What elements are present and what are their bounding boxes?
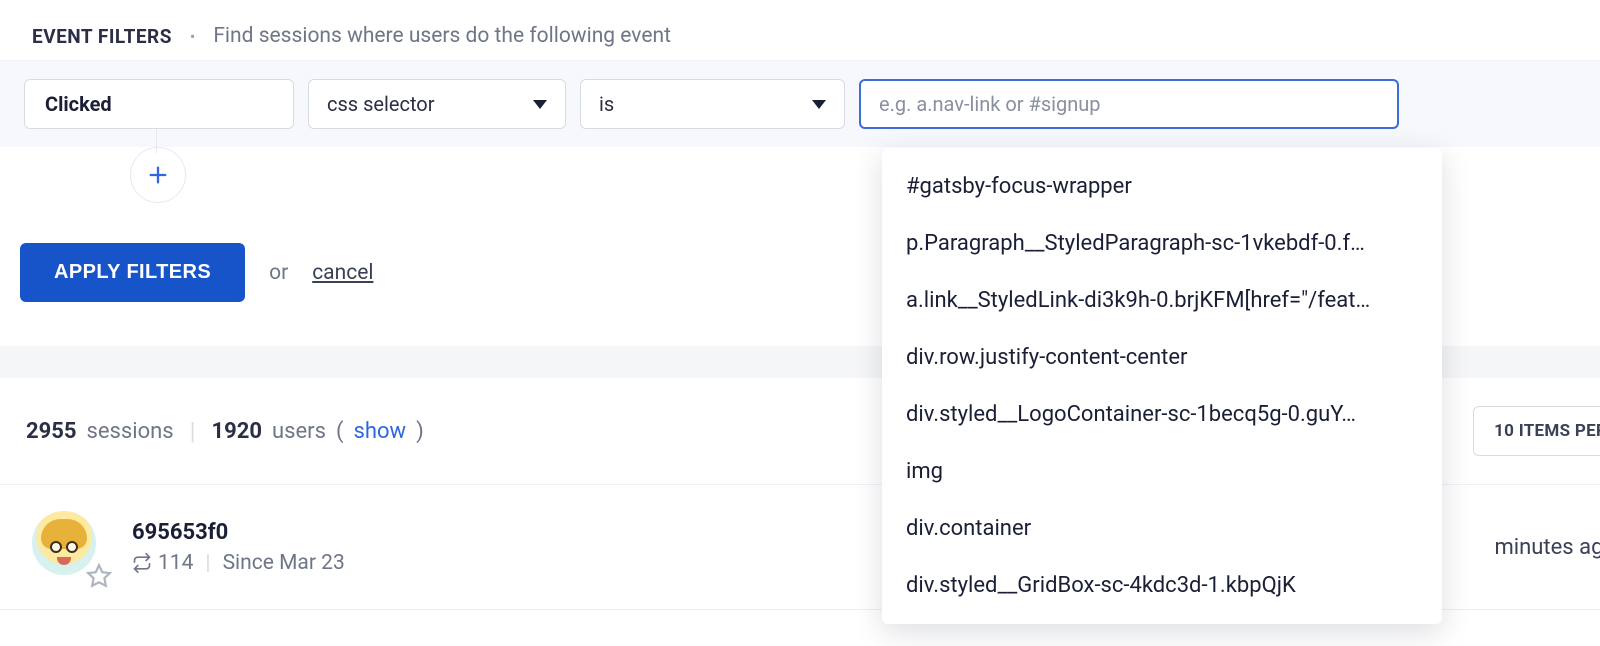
connector-line [156,129,157,153]
user-id: 695653f0 [132,520,345,545]
meta-separator: | [205,551,210,575]
section-subtitle: Find sessions where users do the followi… [213,24,671,48]
plus-icon [147,164,169,186]
sessions-count: 2955 [26,419,77,444]
star-icon[interactable] [86,563,112,589]
apply-filters-button[interactable]: APPLY FILTERS [20,243,245,302]
operator-value: is [599,92,614,116]
chevron-down-icon [533,100,547,109]
stats-separator: | [190,417,196,445]
chevron-down-icon [812,100,826,109]
autocomplete-item[interactable]: div.container [882,500,1442,557]
user-meta: 695653f0 114 | Since Mar 23 [132,520,345,575]
or-text: or [269,261,288,285]
separator-dot: • [190,27,195,46]
add-filter-button[interactable] [130,147,186,203]
value-input[interactable]: e.g. a.nav-link or #signup [859,79,1399,129]
autocomplete-item[interactable]: p.Paragraph__StyledParagraph-sc-1vkebdf-… [882,215,1442,272]
autocomplete-item[interactable]: a.link__StyledLink-di3k9h-0.brjKFM[href=… [882,272,1442,329]
autocomplete-item[interactable]: div.styled__LogoContainer-sc-1becq5g-0.g… [882,386,1442,443]
value-placeholder: e.g. a.nav-link or #signup [879,92,1101,116]
cancel-link[interactable]: cancel [312,261,373,285]
section-title: EVENT FILTERS [32,25,172,48]
since-date: Since Mar 23 [223,551,345,575]
paren-close: ) [416,419,424,444]
autocomplete-item[interactable]: #gatsby-focus-wrapper [882,158,1442,215]
users-count: 1920 [212,419,263,444]
revisit-count: 114 [132,551,193,575]
user-meta-row: 114 | Since Mar 23 [132,551,345,575]
autocomplete-item[interactable]: div.row.justify-content-center [882,329,1442,386]
event-filters-header: EVENT FILTERS • Find sessions where user… [0,0,1600,61]
users-label: users [272,419,326,444]
autocomplete-item[interactable]: div.styled__GridBox-sc-4kdc3d-1.kbpQjK [882,557,1442,614]
results-counts: 2955 sessions | 1920 users ( show) [26,417,424,445]
avatar-glasses [50,541,78,553]
revisit-number: 114 [158,551,193,575]
avatar-wrap [32,511,104,583]
property-dropdown[interactable]: css selector [308,79,566,129]
time-ago: minutes ago [1495,535,1600,560]
show-users-link[interactable]: show [354,419,407,444]
paren-open: ( [336,419,344,444]
items-per-page-dropdown[interactable]: 10 ITEMS PER P [1473,406,1600,456]
repeat-icon [132,553,152,573]
property-value: css selector [327,92,434,116]
operator-dropdown[interactable]: is [580,79,845,129]
sessions-label: sessions [87,419,174,444]
event-type-label: Clicked [45,92,112,116]
filter-bar: Clicked css selector is e.g. a.nav-link … [0,61,1600,147]
event-type-pill[interactable]: Clicked [24,79,294,129]
autocomplete-item[interactable]: img [882,443,1442,500]
autocomplete-menu: #gatsby-focus-wrapper p.Paragraph__Style… [882,148,1442,624]
